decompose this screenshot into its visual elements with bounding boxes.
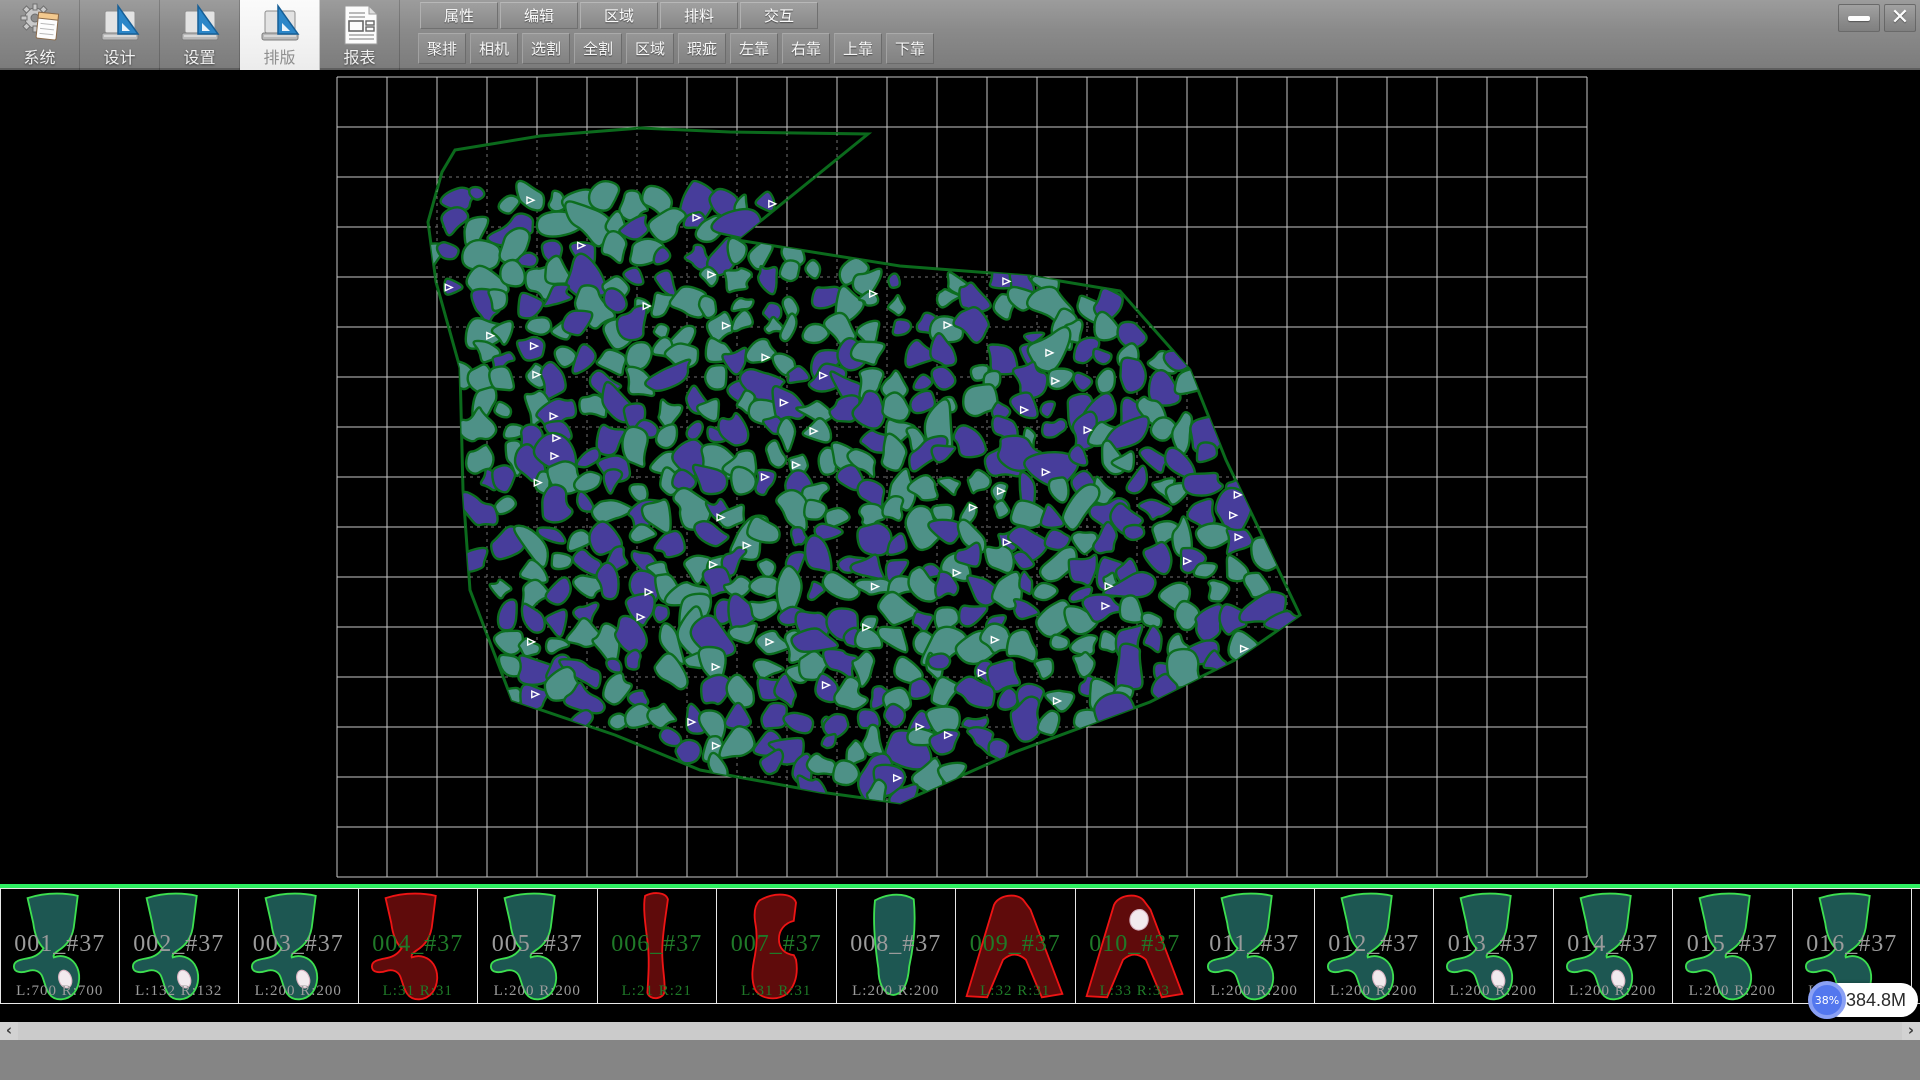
nested-pieces (421, 181, 1301, 811)
horizontal-scrollbar[interactable]: ‹ › (0, 1022, 1920, 1040)
scroll-left-arrow-icon[interactable]: ‹ (0, 1022, 18, 1040)
thumbnail-id-label: 014_#37 (1554, 931, 1673, 958)
mode-button-label: 设计 (103, 49, 135, 67)
thumbnail-cell-010_#37[interactable]: 010_#37 L:33 R:33 (1076, 888, 1196, 1004)
thumbnail-id-label: 010_#37 (1076, 931, 1195, 958)
menu-item-2[interactable]: 编辑 (500, 2, 578, 29)
thumbnail-id-label: 007_#37 (717, 931, 836, 958)
toolbar: 系统设计设置排版报表 属性编辑区域排料交互 聚排相机选割全割区域瑕疵左靠右靠上靠… (0, 0, 1920, 70)
thumbnail-id-label: 015_#37 (1673, 931, 1792, 958)
thumbnail-id-label: 012_#37 (1315, 931, 1434, 958)
thumbnail-cell-012_#37[interactable]: 012_#37 L:200 R:200 (1315, 888, 1435, 1004)
thumbnail-id-label: 008_#37 (837, 931, 956, 958)
tool-button-6[interactable]: 瑕疵 (678, 33, 726, 64)
thumbnail-id-label: 013_#37 (1434, 931, 1553, 958)
thumbnail-lr-count-label: L:21 R:21 (598, 983, 717, 1000)
tool-button-8[interactable]: 右靠 (782, 33, 830, 64)
thumbnail-lr-count-label: L:32 R:31 (956, 983, 1075, 1000)
thumbnail-id-label: 017_#37 (1912, 931, 1920, 958)
thumbnail-id-label: 011_#37 (1195, 931, 1314, 958)
thumbnail-id-label: 016_#37 (1793, 931, 1912, 958)
menu-item-1[interactable]: 属性 (420, 2, 498, 29)
close-icon: ✕ (1891, 7, 1909, 29)
tool-button-3[interactable]: 选割 (522, 33, 570, 64)
thumbnail-lr-count-label: L:200 R:200 (1554, 983, 1673, 1000)
mode-button-1[interactable]: 系统 (0, 0, 80, 70)
thumbnail-cell-003_#37[interactable]: 003_#37 L:200 R:200 (239, 888, 359, 1004)
thumbnail-cell-001_#37[interactable]: 001_#37 L:700 R:700 (0, 888, 120, 1004)
thumbnail-id-label: 004_#37 (359, 931, 478, 958)
menu-bar: 属性编辑区域排料交互 (420, 2, 818, 29)
mode-button-4[interactable]: 排版 (240, 0, 320, 70)
thumbnail-id-label: 009_#37 (956, 931, 1075, 958)
thumbnail-lr-count-label: L:200 R:200 (1434, 983, 1553, 1000)
thumbnail-cell-006_#37[interactable]: 006_#37 L:21 R:21 (598, 888, 718, 1004)
thumbnail-id-label: 006_#37 (598, 931, 717, 958)
nesting-canvas-svg (0, 70, 1920, 884)
thumbnail-id-label: 005_#37 (478, 931, 597, 958)
report-icon (338, 3, 382, 47)
mode-button-label: 系统 (23, 49, 55, 67)
set-square-icon (98, 3, 142, 47)
tool-button-2[interactable]: 相机 (470, 33, 518, 64)
nesting-app-window: 系统设计设置排版报表 属性编辑区域排料交互 聚排相机选割全割区域瑕疵左靠右靠上靠… (0, 0, 1920, 1080)
tool-button-7[interactable]: 左靠 (730, 33, 778, 64)
tool-button-1[interactable]: 聚排 (418, 33, 466, 64)
thumbnail-lr-count-label: L:200 R:200 (1673, 983, 1792, 1000)
tool-button-9[interactable]: 上靠 (834, 33, 882, 64)
tool-button-5[interactable]: 区域 (626, 33, 674, 64)
strip-filler (0, 1004, 1920, 1022)
piece-thumbnail-strip: 001_#37L:700 R:700002_#37L:132 R:132003_… (0, 888, 1920, 1004)
mode-button-label: 设置 (183, 49, 215, 67)
mode-button-label: 排版 (263, 49, 295, 67)
set-square-icon (178, 3, 222, 47)
gear-doc-icon (18, 3, 62, 47)
thumbnail-lr-count-label: L:200 R:200 (1195, 983, 1314, 1000)
menu-item-5[interactable]: 交互 (740, 2, 818, 29)
thumbnail-lr-count-label: L:200 R:200 (837, 983, 956, 1000)
thumbnail-cell-015_#37[interactable]: 015_#37 L:200 R:200 (1673, 888, 1793, 1004)
thumbnail-lr-count-label: L:31 R:31 (359, 983, 478, 1000)
thumbnail-id-label: 002_#37 (120, 931, 239, 958)
tool-bar: 聚排相机选割全割区域瑕疵左靠右靠上靠下靠 (418, 33, 934, 64)
thumbnail-cell-009_#37[interactable]: 009_#37 L:32 R:31 (956, 888, 1076, 1004)
memory-badge: 384.8M 38% (1808, 981, 1920, 1019)
window-controls: ✕ (1838, 4, 1916, 32)
memory-percent-badge[interactable]: 38% (1808, 981, 1846, 1019)
thumbnail-id-label: 001_#37 (1, 931, 119, 958)
thumbnail-id-label: 003_#37 (239, 931, 358, 958)
tool-button-4[interactable]: 全割 (574, 33, 622, 64)
thumbnail-cell-013_#37[interactable]: 013_#37 L:200 R:200 (1434, 888, 1554, 1004)
thumbnail-cell-002_#37[interactable]: 002_#37 L:132 R:132 (120, 888, 240, 1004)
mode-button-2[interactable]: 设计 (80, 0, 160, 70)
thumbnail-lr-count-label: L:132 R:132 (120, 983, 239, 1000)
tool-button-10[interactable]: 下靠 (886, 33, 934, 64)
thumbnail-cell-008_#37[interactable]: 008_#37 L:200 R:200 (837, 888, 957, 1004)
thumbnail-cell-005_#37[interactable]: 005_#37 L:200 R:200 (478, 888, 598, 1004)
menu-item-3[interactable]: 区域 (580, 2, 658, 29)
nesting-canvas[interactable] (0, 70, 1920, 884)
thumbnail-cell-007_#37[interactable]: 007_#37 L:31 R:31 (717, 888, 837, 1004)
mode-button-label: 报表 (343, 49, 375, 67)
thumbnail-lr-count-label: L:200 R:200 (1315, 983, 1434, 1000)
thumbnail-lr-count-label: L:700 R:700 (1, 983, 119, 1000)
thumbnail-lr-count-label: L:200 R:200 (478, 983, 597, 1000)
mode-button-5[interactable]: 报表 (320, 0, 400, 70)
thumbnail-lr-count-label: L:33 R:33 (1076, 983, 1195, 1000)
minimize-icon (1848, 16, 1870, 21)
thumbnail-lr-count-label: L:200 R:200 (239, 983, 358, 1000)
menu-item-4[interactable]: 排料 (660, 2, 738, 29)
thumbnail-lr-count-label: L:31 R:31 (717, 983, 836, 1000)
minimize-button[interactable] (1838, 4, 1880, 32)
scroll-right-arrow-icon[interactable]: › (1902, 1022, 1920, 1040)
close-button[interactable]: ✕ (1884, 4, 1916, 32)
status-bar (0, 1040, 1920, 1080)
main-mode-buttons: 系统 设计 设置 排版 报表 (0, 0, 400, 70)
set-square-icon (258, 3, 302, 47)
thumbnail-cell-011_#37[interactable]: 011_#37 L:200 R:200 (1195, 888, 1315, 1004)
mode-button-3[interactable]: 设置 (160, 0, 240, 70)
thumbnail-cell-014_#37[interactable]: 014_#37 L:200 R:200 (1554, 888, 1674, 1004)
thumbnail-cell-004_#37[interactable]: 004_#37 L:31 R:31 (359, 888, 479, 1004)
